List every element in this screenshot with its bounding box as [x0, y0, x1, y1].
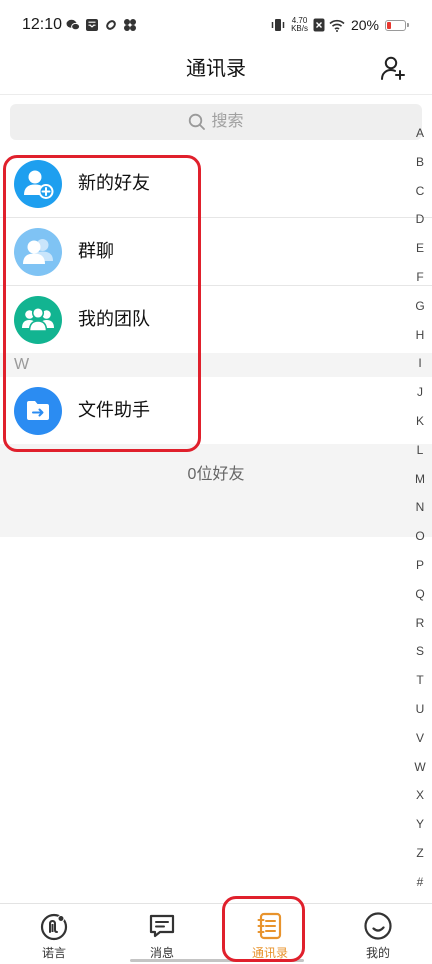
tab-label: 诺言 [41, 946, 66, 960]
battery-icon [385, 19, 409, 31]
nuoyan-icon [39, 911, 69, 941]
status-left-icons [66, 18, 137, 32]
wifi-icon [329, 19, 345, 32]
friend-count: 0位好友 [187, 466, 245, 483]
index-letter[interactable]: O [408, 522, 432, 551]
index-letter[interactable]: F [408, 263, 432, 292]
contacts-book-icon [255, 911, 285, 941]
index-letter[interactable]: L [408, 436, 432, 465]
battery-percent: 20% [350, 17, 379, 33]
index-letter[interactable]: # [408, 868, 432, 897]
index-letter[interactable]: B [408, 148, 432, 177]
message-icon [147, 911, 177, 941]
index-letter[interactable]: V [408, 724, 432, 753]
index-letter[interactable]: N [408, 493, 432, 522]
list-item-file-helper[interactable]: 文件助手 [0, 377, 432, 444]
section-letter: W [14, 356, 30, 373]
clover-icon [123, 18, 137, 32]
index-letter[interactable]: E [408, 234, 432, 263]
list-item-label: 群聊 [78, 241, 114, 261]
inbox-icon [85, 18, 99, 32]
index-letter[interactable]: R [408, 609, 432, 638]
tab-label: 我的 [365, 946, 390, 960]
search-placeholder: 搜索 [211, 113, 244, 130]
index-letter[interactable]: W [408, 753, 432, 782]
index-letter[interactable]: Y [408, 810, 432, 839]
index-letter[interactable]: M [408, 465, 432, 494]
list-item-label: 我的团队 [78, 309, 150, 329]
group-chat-icon [14, 228, 62, 276]
search-input[interactable]: 搜索 [10, 104, 422, 140]
index-letter[interactable]: G [408, 292, 432, 321]
list-item-my-team[interactable]: 我的团队 [0, 286, 432, 353]
index-letter[interactable]: A [408, 119, 432, 148]
alphabet-index[interactable]: A B C D E F G H I J K L M N O P Q R S T … [408, 119, 432, 897]
header: 通讯录 [0, 50, 432, 95]
list-item-new-friends[interactable]: 新的好友 [0, 150, 432, 217]
list-item-group-chat[interactable]: 群聊 [0, 218, 432, 285]
net-speed: 4.70 KB/s [291, 17, 308, 33]
tab-nuoyan[interactable]: 诺言 [0, 904, 108, 964]
index-letter[interactable]: T [408, 666, 432, 695]
index-letter[interactable]: Z [408, 839, 432, 868]
index-letter[interactable]: H [408, 321, 432, 350]
home-indicator[interactable] [130, 959, 304, 962]
add-user-icon[interactable] [379, 54, 407, 82]
index-letter[interactable]: P [408, 551, 432, 580]
index-letter[interactable]: D [408, 205, 432, 234]
index-letter[interactable]: C [408, 177, 432, 206]
status-right-icons: 4.70 KB/s 20% [270, 14, 409, 36]
new-friend-icon [14, 160, 62, 208]
page-title: 通讯录 [186, 58, 246, 80]
bottom-tab-bar: 诺言 消息 通讯录 我的 [0, 903, 432, 964]
index-letter[interactable]: Q [408, 580, 432, 609]
tab-messages[interactable]: 消息 [108, 904, 216, 964]
file-helper-icon [14, 387, 62, 435]
index-letter[interactable]: I [408, 349, 432, 378]
sim-x-icon [313, 18, 325, 32]
battery-level [387, 21, 391, 29]
status-time: 12:10 [22, 16, 63, 33]
index-letter[interactable]: J [408, 378, 432, 407]
friend-count-footer: 0位好友 [0, 444, 432, 537]
status-bar: 12:10 4.70 KB/s 20% [0, 0, 432, 50]
vibrate-icon [270, 18, 286, 32]
battery-nub [407, 22, 409, 27]
list-item-label: 新的好友 [78, 173, 150, 193]
index-letter[interactable]: K [408, 407, 432, 436]
list-item-label: 文件助手 [78, 400, 150, 420]
tab-me[interactable]: 我的 [324, 904, 432, 964]
link-icon [104, 18, 118, 32]
team-icon [14, 296, 62, 344]
section-header-w: W [0, 353, 432, 377]
wechat-icon [66, 18, 80, 32]
tab-contacts[interactable]: 通讯录 [216, 904, 324, 964]
index-letter[interactable]: X [408, 781, 432, 810]
index-letter[interactable]: U [408, 695, 432, 724]
search-icon [188, 113, 206, 131]
index-letter[interactable]: S [408, 637, 432, 666]
net-speed-unit: KB/s [291, 24, 308, 33]
profile-smile-icon [363, 911, 393, 941]
